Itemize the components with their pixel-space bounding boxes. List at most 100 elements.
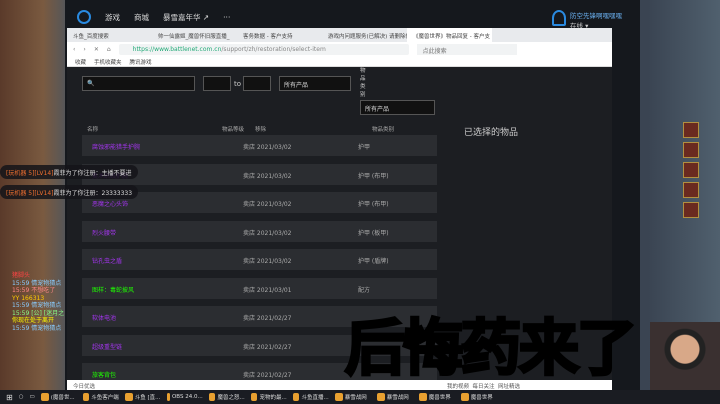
item-category: 配方 — [358, 286, 371, 294]
item-row[interactable]: 钻孔虫之盾 卖店 2021/03/02 护甲 (盾牌) — [82, 249, 437, 270]
ability-icon[interactable] — [683, 122, 699, 138]
danmu-message: [玩机器 5][LV14]霞菲为了你注册：主播不要进 — [0, 165, 138, 179]
item-date: 卖店 2021/02/27 — [243, 372, 292, 379]
item-date: 卖店 2021/03/01 — [243, 286, 292, 294]
user-profile[interactable]: 防空先锋啊嘿嘿嘿 在线 ▾ — [552, 10, 622, 30]
taskbar-app[interactable]: 斗鱼客户端 — [82, 393, 119, 401]
taskbar-app[interactable]: 斗鱼直播... — [292, 393, 329, 401]
app-label: 暴雪战网 — [386, 395, 409, 401]
app-label: (魔兽世... — [50, 395, 75, 401]
danmu-message: [玩机器 5][LV14]霞菲为了你注册：23333333 — [0, 185, 139, 199]
item-category: 护甲 (盾牌) — [358, 258, 389, 265]
task-view-icon[interactable]: ▭ — [30, 394, 35, 400]
bookmark[interactable]: 腾讯游戏 — [130, 58, 152, 66]
app-icon — [82, 393, 90, 401]
item-category: 护甲 (布甲) — [358, 201, 389, 208]
item-category: 护甲 — [358, 144, 371, 151]
taskbar-app[interactable]: 斗鱼 [直... — [124, 393, 161, 401]
taskbar-app[interactable]: 宠物的最... — [250, 393, 287, 401]
battlenet-logo-icon[interactable] — [77, 10, 91, 24]
app-icon — [376, 393, 385, 401]
item-date: 卖店 2021/03/02 — [243, 172, 292, 180]
taskbar-app[interactable]: 魔兽世界 — [418, 393, 455, 401]
taskbar-app[interactable]: 魔兽之怒... — [208, 393, 245, 401]
forward-icon[interactable]: › — [83, 46, 85, 53]
header-category[interactable]: 物品类别 — [372, 125, 394, 133]
app-icon — [166, 393, 170, 401]
app-icon — [208, 393, 216, 401]
item-category: 护甲 (板甲) — [358, 229, 389, 237]
taskbar-app[interactable]: (魔兽世... — [40, 393, 77, 401]
item-date: 卖店 2021/03/02 — [243, 229, 292, 237]
app-icon — [334, 393, 343, 401]
app-label: 魔兽世界 — [428, 395, 451, 401]
header-remove[interactable]: 移除 — [255, 125, 266, 133]
item-name[interactable]: 钻孔虫之盾 — [92, 256, 122, 265]
bookmark[interactable]: 收藏 — [75, 58, 86, 66]
search-input[interactable]: 点此搜索 — [416, 44, 517, 55]
item-name[interactable]: 恶魔之心头饰 — [92, 199, 128, 208]
taskbar-app[interactable]: OBS 24.0... — [166, 393, 203, 401]
back-icon[interactable]: ‹ — [73, 46, 75, 53]
home-icon[interactable]: ⌂ — [107, 46, 111, 53]
app-label: 暴雪战网 — [344, 395, 367, 401]
app-label: 魔兽世界 — [470, 395, 493, 401]
streamer-webcam — [650, 322, 720, 390]
app-label: 斗鱼直播... — [301, 395, 329, 401]
tab-active[interactable]: 《魔兽世界》物品回复 - 客户支 × — [407, 28, 492, 42]
tab[interactable]: 游戏内问题服务(已解决) 请删除你 — [322, 28, 407, 42]
video-caption: 后悔药来了 — [344, 313, 639, 386]
app-icon — [124, 393, 133, 401]
taskbar-app[interactable]: 暴雪战网 — [376, 393, 413, 401]
item-date: 卖店 2021/03/02 — [243, 144, 292, 151]
game-chat: 猪脚头 15:59 情宠物猜点 15:59 不想吃了 YY 166313 15:59 情… — [12, 272, 65, 332]
item-row[interactable]: 腐蚀邪能猎手护腕 卖店 2021/03/02 护甲 — [82, 135, 437, 156]
address-bar[interactable]: https://www.battlenet.com.cn/support/zh/… — [118, 44, 409, 55]
item-name[interactable]: 图样：毒蛇披风 — [92, 285, 134, 294]
item-date: 卖店 2021/03/02 — [243, 258, 292, 265]
app-icon — [418, 393, 427, 401]
min-level-input[interactable] — [203, 76, 231, 91]
selected-items-title: 已选择的物品 — [464, 128, 519, 138]
nav-blizzcon[interactable]: 暴雪嘉年华 ↗ — [163, 12, 209, 23]
item-name[interactable]: 超级重型链 — [92, 342, 122, 351]
tab[interactable]: 客务数据 - 客户支持 — [237, 28, 322, 42]
header-level[interactable]: 物品等级 — [222, 125, 244, 133]
tab[interactable]: 帅一仙露姬_魔兽怀旧服直播_ — [152, 28, 237, 42]
category-select[interactable]: 所有产品 — [360, 100, 435, 115]
nav-shop[interactable]: 商城 — [134, 12, 149, 23]
app-icon — [460, 393, 469, 401]
close-icon[interactable]: ✕ — [94, 46, 99, 53]
avatar-icon — [552, 10, 566, 26]
ability-icon[interactable] — [683, 162, 699, 178]
max-level-input[interactable] — [243, 76, 271, 91]
ability-icon[interactable] — [683, 182, 699, 198]
app-label: 魔兽之怒... — [217, 395, 245, 401]
app-label: 宠物的最... — [259, 395, 287, 401]
header-name[interactable]: 名称 — [87, 125, 98, 133]
taskbar-app[interactable]: 魔兽世界 — [460, 393, 497, 401]
name-search-input[interactable]: 🔍 — [82, 76, 195, 91]
bookmark[interactable]: 手机收藏夹 — [94, 58, 122, 66]
ability-icon[interactable] — [683, 202, 699, 218]
start-icon[interactable]: ⊞ — [6, 393, 13, 402]
nav-games[interactable]: 游戏 — [105, 12, 120, 23]
item-row[interactable]: 烈火腰带 卖店 2021/03/02 护甲 (板甲) — [82, 220, 437, 242]
search-icon[interactable]: ○ — [19, 394, 24, 400]
item-name[interactable]: 软体电池 — [92, 313, 116, 322]
item-name[interactable]: 旅客背包 — [92, 370, 116, 379]
to-label: to — [234, 80, 242, 88]
tab[interactable]: 斗鱼_百度搜索 — [67, 28, 152, 42]
product-select[interactable]: 所有产品 — [279, 76, 351, 91]
item-category: 护甲 (布甲) — [358, 172, 389, 180]
nav-more[interactable]: ··· — [223, 13, 230, 22]
taskbar: ⊞ ○ ▭ (魔兽世... 斗鱼客户端 斗鱼 [直... OBS 24.0... 魔兽之… — [0, 390, 720, 404]
app-label: OBS 24.0... — [171, 394, 203, 400]
item-row[interactable]: 图样：毒蛇披风 卖店 2021/03/01 配方 — [82, 277, 437, 299]
taskbar-app[interactable]: 暴雪战网 — [334, 393, 371, 401]
item-name[interactable]: 烈火腰带 — [92, 228, 116, 237]
username: 防空先锋啊嘿嘿嘿 — [570, 12, 622, 20]
category-label: 物品类别 — [360, 68, 366, 98]
ability-icon[interactable] — [683, 142, 699, 158]
item-name[interactable]: 腐蚀邪能猎手护腕 — [92, 142, 140, 151]
